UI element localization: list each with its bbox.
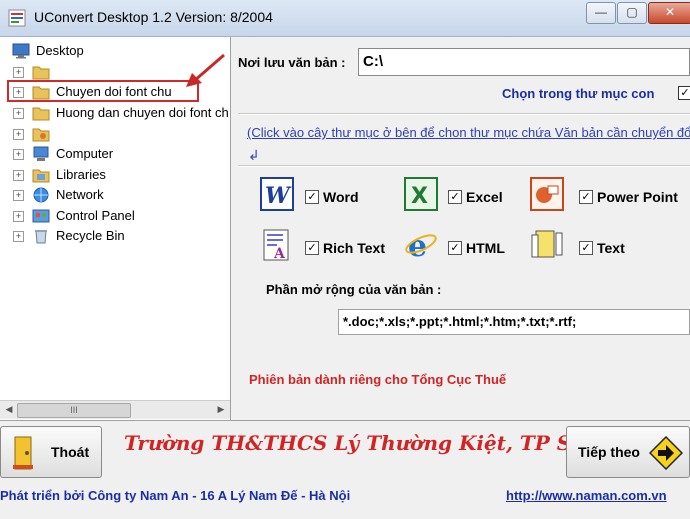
- tree-item-network[interactable]: + Network: [0, 185, 230, 205]
- annotation-arrow-icon: [186, 53, 225, 87]
- expand-toggle[interactable]: +: [13, 231, 24, 242]
- highlight-box: [7, 80, 199, 102]
- excel-icon: X: [404, 177, 438, 211]
- svg-text:W: W: [265, 183, 292, 209]
- scroll-thumb[interactable]: III: [17, 403, 131, 418]
- tree-item-label: Huong dan chuyen doi font ch: [56, 105, 229, 120]
- horizontal-scrollbar[interactable]: ◀ III ▶: [0, 400, 230, 419]
- tree-item-label: Libraries: [56, 167, 106, 182]
- user-folder-icon: [32, 128, 50, 142]
- next-arrow-icon: [649, 436, 683, 470]
- tree-item-user-folder[interactable]: +: [0, 124, 230, 144]
- libraries-icon: [32, 169, 50, 183]
- html-checkbox[interactable]: ✓: [448, 241, 462, 255]
- expand-toggle[interactable]: +: [13, 108, 24, 119]
- excel-checkbox[interactable]: ✓: [448, 190, 462, 204]
- app-icon: [8, 9, 26, 27]
- html-label: HTML: [466, 240, 505, 256]
- extensions-label: Phần mở rộng của văn bản :: [266, 282, 442, 297]
- svg-text:X: X: [411, 184, 428, 209]
- richtext-label: Rich Text: [323, 240, 385, 256]
- developer-credit: Phát triển bởi Công ty Nam An - 16 A Lý …: [0, 488, 351, 503]
- expand-toggle[interactable]: +: [13, 190, 24, 201]
- expand-toggle[interactable]: +: [13, 211, 24, 222]
- expand-toggle[interactable]: +: [13, 67, 24, 78]
- subfolder-checkbox[interactable]: ✓: [678, 86, 690, 100]
- tree-item-libraries[interactable]: + Libraries: [0, 165, 230, 185]
- tree-item-label: Recycle Bin: [56, 228, 125, 243]
- word-checkbox[interactable]: ✓: [305, 190, 319, 204]
- text-icon: [531, 230, 563, 258]
- expand-toggle[interactable]: +: [13, 129, 24, 140]
- scroll-left-icon[interactable]: ◀: [2, 403, 16, 416]
- settings-panel: Nơi lưu văn bản : C:\ Chọn trong thư mục…: [232, 37, 690, 420]
- tree-item-control-panel[interactable]: + Control Panel: [0, 206, 230, 226]
- desktop-icon: [12, 43, 30, 59]
- computer-icon: [33, 146, 49, 161]
- richtext-checkbox[interactable]: ✓: [305, 241, 319, 255]
- svg-text:A: A: [273, 246, 286, 262]
- expand-toggle[interactable]: +: [13, 149, 24, 160]
- exit-button[interactable]: Thoát: [0, 426, 102, 478]
- tree-item-computer[interactable]: + Computer: [0, 144, 230, 164]
- tree-item-label: Network: [56, 187, 104, 202]
- divider: [238, 165, 690, 167]
- tree-item-label: Desktop: [36, 43, 84, 58]
- return-arrow-icon: ↲: [248, 147, 260, 163]
- folder-icon: [32, 66, 50, 80]
- instruction-link[interactable]: (Click vào cây thư mục ở bên để chon thư…: [247, 125, 690, 140]
- exit-label: Thoát: [51, 444, 90, 460]
- scroll-right-icon[interactable]: ▶: [214, 403, 228, 416]
- text-checkbox[interactable]: ✓: [579, 241, 593, 255]
- extensions-field[interactable]: *.doc;*.xls;*.ppt;*.html;*.htm;*.txt;*.r…: [338, 309, 690, 335]
- word-icon: W: [260, 177, 294, 211]
- close-button[interactable]: ✕: [648, 2, 690, 24]
- control-panel-icon: [32, 209, 50, 223]
- subfolder-label: Chọn trong thư mục con: [502, 86, 655, 101]
- powerpoint-checkbox[interactable]: ✓: [579, 190, 593, 204]
- recycle-bin-icon: [35, 230, 47, 244]
- next-button[interactable]: Tiếp theo: [566, 426, 690, 478]
- tree-item-huong-dan[interactable]: + Huong dan chuyen doi font ch: [0, 103, 230, 123]
- folder-icon: [32, 107, 50, 121]
- divider: [238, 113, 690, 115]
- ie-icon: e: [405, 229, 437, 262]
- expand-toggle[interactable]: +: [13, 170, 24, 181]
- window-title: UConvert Desktop 1.2 Version: 8/2004: [34, 9, 273, 25]
- save-location-label: Nơi lưu văn bản :: [238, 55, 346, 70]
- title-bar: UConvert Desktop 1.2 Version: 8/2004 — ▢…: [0, 0, 690, 37]
- powerpoint-icon: [530, 177, 564, 211]
- tree-item-recycle-bin[interactable]: + Recycle Bin: [0, 226, 230, 246]
- tree-item-label: Computer: [56, 146, 114, 161]
- bottom-bar: Thoát Trường TH&THCS Lý Thường Kiệt, TP …: [0, 420, 690, 519]
- exit-icon: [13, 436, 33, 470]
- tree-item-label: Control Panel: [56, 208, 135, 223]
- folder-tree[interactable]: Desktop + + Chuyen doi font chu + Huong …: [0, 37, 231, 420]
- minimize-button[interactable]: —: [586, 2, 616, 24]
- powerpoint-label: Power Point: [597, 189, 678, 205]
- excel-label: Excel: [466, 189, 503, 205]
- richtext-icon: A: [263, 229, 289, 262]
- text-label: Text: [597, 240, 625, 256]
- next-label: Tiếp theo: [578, 444, 640, 460]
- word-label: Word: [323, 189, 359, 205]
- edition-note: Phiên bản dành riêng cho Tổng Cục Thuế: [249, 372, 507, 387]
- network-icon: [33, 187, 49, 203]
- save-path-field[interactable]: C:\: [358, 48, 690, 76]
- website-link[interactable]: http://www.naman.com.vn: [506, 488, 667, 503]
- svg-text:e: e: [408, 229, 427, 262]
- maximize-button[interactable]: ▢: [617, 2, 647, 24]
